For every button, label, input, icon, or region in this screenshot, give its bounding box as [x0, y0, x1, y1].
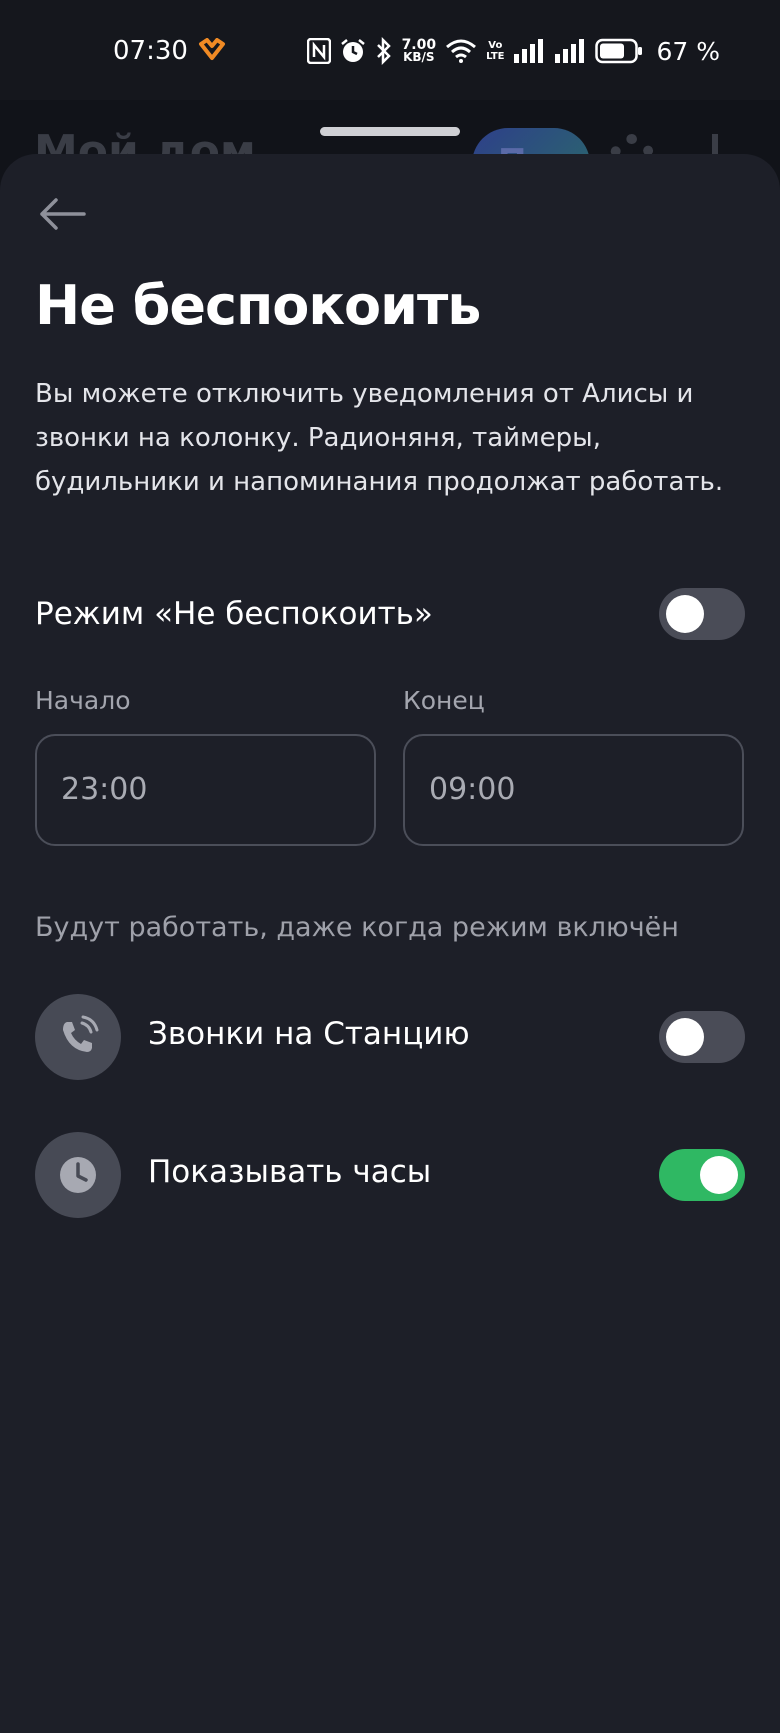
- dnd-sheet: Не беспокоить Вы можете отключить уведом…: [0, 154, 780, 1733]
- toggle-knob: [666, 1018, 704, 1056]
- status-bar: 07:30 7.00 KB/S Vo LTE 67 %: [0, 0, 780, 100]
- net-speed-unit: KB/S: [403, 50, 435, 64]
- calls-setting-label: Звонки на Станцию: [148, 1016, 470, 1052]
- dnd-mode-row[interactable]: Режим «Не беспокоить»: [35, 584, 745, 644]
- net-speed: 7.00 KB/S: [402, 38, 437, 64]
- calls-setting-row[interactable]: Звонки на Станцию: [35, 994, 745, 1080]
- app-notification-icon: [199, 38, 225, 60]
- end-label: Конец: [403, 686, 485, 715]
- phone-ringing-icon: [35, 994, 121, 1080]
- volte-indicator: Vo LTE: [486, 40, 504, 62]
- calls-toggle[interactable]: [659, 1011, 745, 1063]
- wifi-icon: [446, 39, 477, 63]
- toggle-knob: [700, 1156, 738, 1194]
- clock-toggle[interactable]: [659, 1149, 745, 1201]
- start-time-field[interactable]: 23:00: [35, 734, 376, 846]
- end-time-value: 09:00: [429, 772, 516, 807]
- alarm-icon: [340, 39, 365, 62]
- status-icons: 7.00 KB/S Vo LTE 67 %: [306, 34, 720, 68]
- signal-icon-2: [555, 39, 585, 63]
- page-title: Не беспокоить: [35, 274, 481, 337]
- dnd-mode-toggle[interactable]: [659, 588, 745, 640]
- end-time-field[interactable]: 09:00: [403, 734, 744, 846]
- page-description: Вы можете отключить уведомления от Алисы…: [35, 379, 724, 497]
- battery-percent: 67 %: [656, 36, 720, 66]
- clock-setting-label: Показывать часы: [148, 1154, 432, 1190]
- battery-icon: [595, 38, 643, 64]
- bluetooth-icon: [376, 37, 391, 65]
- toggle-knob: [666, 595, 704, 633]
- back-arrow-icon[interactable]: [34, 194, 90, 234]
- volte-bottom: LTE: [486, 51, 505, 62]
- exceptions-caption: Будут работать, даже когда режим включён: [35, 912, 679, 943]
- start-time-value: 23:00: [61, 772, 148, 807]
- signal-icon: [514, 39, 544, 63]
- volte-top: Vo: [488, 40, 503, 51]
- nfc-icon: [306, 38, 331, 64]
- clock-setting-row[interactable]: Показывать часы: [35, 1132, 745, 1218]
- clock-icon: [35, 1132, 121, 1218]
- status-time: 07:30: [113, 36, 188, 66]
- sheet-drag-handle[interactable]: [320, 127, 460, 136]
- dnd-mode-label: Режим «Не беспокоить»: [35, 596, 433, 632]
- start-label: Начало: [35, 686, 131, 715]
